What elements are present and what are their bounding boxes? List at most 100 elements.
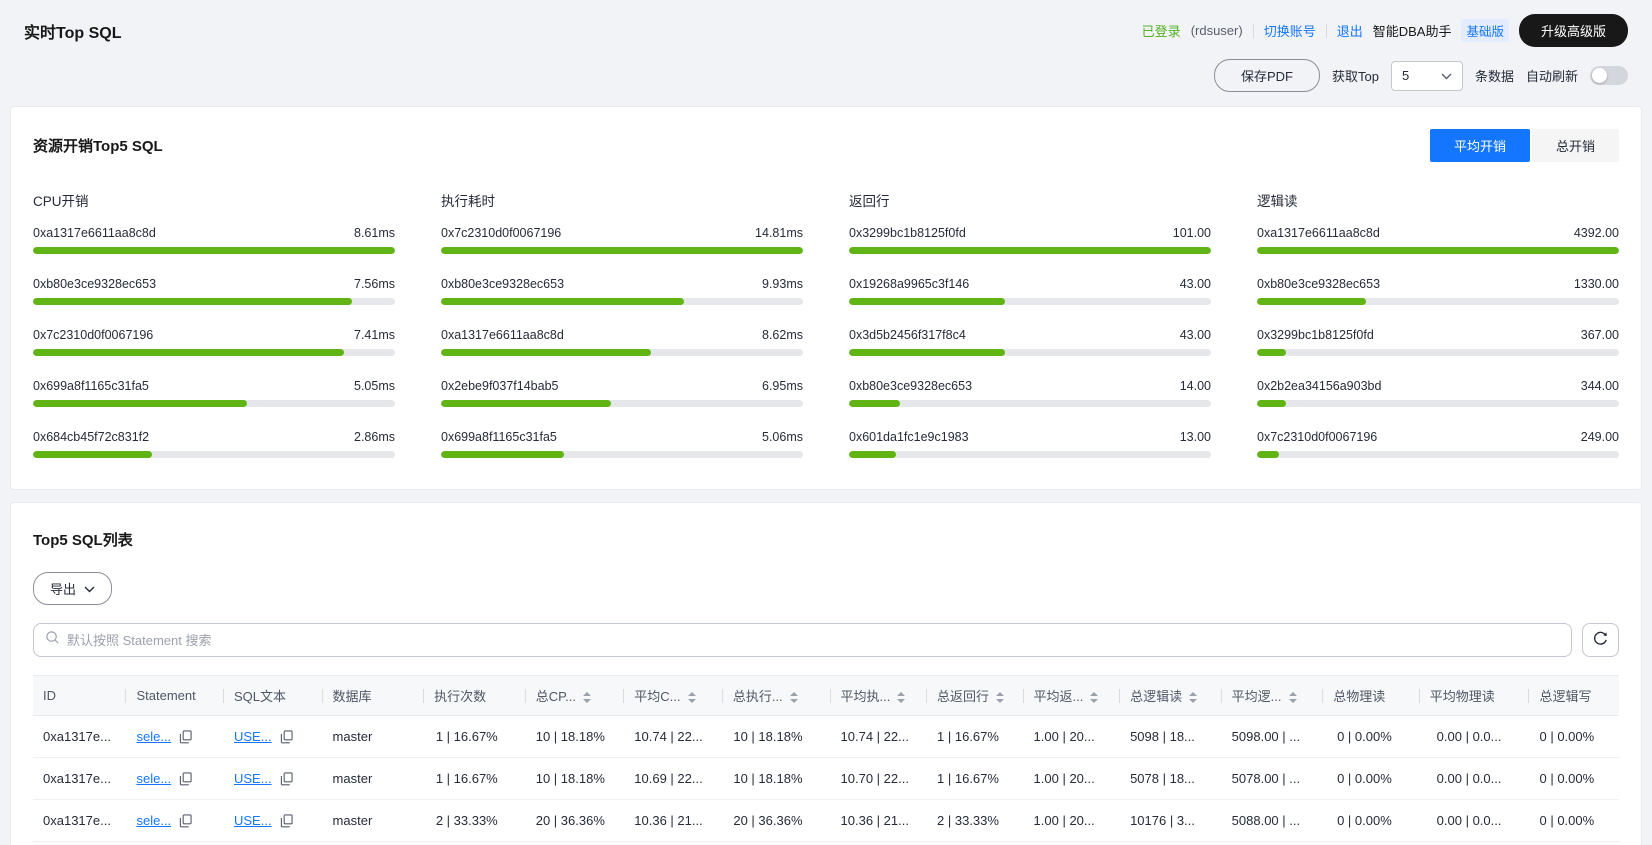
column-header: 平均物理读	[1419, 675, 1530, 716]
bar-fill	[441, 400, 612, 407]
metric-value: 13.00	[1179, 430, 1211, 444]
avg-cost-tab[interactable]: 平均开销	[1429, 129, 1530, 162]
bar-item: 0x3d5b2456f317f8c4 43.00	[849, 328, 1211, 356]
bar-item: 0x3299bc1b8125f0fd 101.00	[849, 226, 1211, 254]
copy-icon[interactable]	[280, 771, 293, 786]
column-header[interactable]: 平均执...	[830, 675, 928, 716]
copy-icon[interactable]	[280, 813, 293, 828]
cost-mode-toggle: 平均开销 总开销	[1429, 129, 1619, 162]
metric-cell: 0 | 0.00%	[1323, 841, 1420, 845]
metric-cell: 1 | 16.67%	[424, 715, 526, 758]
metric-cell: 8 | 14.55%	[722, 841, 831, 845]
total-cost-tab[interactable]: 总开销	[1531, 129, 1619, 162]
table-row: 0xa1317e... sele... USE... master 2 | 33.33%…	[33, 799, 1619, 842]
sql-text-link[interactable]: USE...	[234, 729, 272, 744]
metric-value: 7.41ms	[354, 328, 395, 342]
metric-value: 2.86ms	[354, 430, 395, 444]
metric-cell: 0.00 | 0.0...	[1419, 715, 1530, 758]
refresh-search-button[interactable]	[1582, 623, 1619, 657]
header-right: 已登录 (rdsuser) 切换账号 退出 智能DBA助手 基础版 升级高级版	[1142, 14, 1628, 47]
sql-id: 0x7c2310d0f0067196	[441, 226, 562, 240]
bar-track	[1257, 247, 1619, 254]
sort-icon[interactable]	[582, 692, 591, 704]
logout-link[interactable]: 退出	[1337, 21, 1363, 40]
edition-badge: 基础版	[1461, 19, 1509, 42]
column-header[interactable]: 总返回行	[927, 675, 1024, 716]
switch-account-link[interactable]: 切换账号	[1264, 21, 1316, 40]
bar-fill	[441, 247, 803, 254]
column-header[interactable]: 平均C...	[624, 675, 723, 716]
sort-icon[interactable]	[1090, 692, 1099, 704]
column-header[interactable]: 总CP...	[525, 675, 625, 716]
bar-track	[849, 349, 1211, 356]
column-header: SQL文本	[224, 675, 323, 716]
statement-link[interactable]: sele...	[136, 771, 171, 786]
metric-cell: 8.29 | 17...	[624, 841, 723, 845]
sort-icon[interactable]	[996, 692, 1005, 704]
sql-id: 0xa1317e6611aa8c8d	[33, 226, 156, 240]
search-box	[33, 623, 1572, 657]
column-header[interactable]: 平均返...	[1023, 675, 1121, 716]
bar-fill	[441, 451, 565, 458]
bar-fill	[849, 247, 1211, 254]
metric-cell: 2 | 33.33%	[424, 799, 526, 842]
sql-id: 0x2b2ea34156a903bd	[1257, 379, 1382, 393]
database-cell: master	[322, 715, 425, 758]
metric-cell: 5088.00 | ...	[1221, 799, 1324, 842]
sql-id: 0x2ebe9f037f14bab5	[441, 379, 559, 393]
top-count-value: 5	[1401, 68, 1410, 83]
sql-text-link[interactable]: USE...	[234, 771, 272, 786]
bar-item: 0xa1317e6611aa8c8d 8.61ms	[33, 226, 395, 254]
copy-icon[interactable]	[179, 813, 192, 828]
sql-table: ID Statement SQL文本 数据库 执行次数 总CP... 平均C... 总执行..…	[33, 675, 1619, 845]
metric-cell: 1 | 16.67%	[927, 715, 1024, 758]
bar-fill	[441, 298, 684, 305]
sql-text-link[interactable]: USE...	[234, 813, 272, 828]
page-title: 实时Top SQL	[24, 24, 122, 42]
unit-label: 条数据	[1474, 69, 1514, 84]
sort-icon[interactable]	[687, 692, 696, 704]
export-button[interactable]: 导出	[33, 572, 113, 605]
metric-cell: 8 | 14.55%	[525, 841, 625, 845]
search-row	[33, 623, 1619, 657]
column-header-label: 平均逻...	[1231, 689, 1282, 704]
bar-list: 0xa1317e6611aa8c8d 4392.00 0xb80e3ce9328…	[1257, 226, 1619, 458]
bar-fill	[1257, 451, 1279, 458]
column-header[interactable]: 总逻辑读	[1120, 675, 1222, 716]
chevron-down-icon	[1441, 68, 1452, 83]
sort-icon[interactable]	[1288, 692, 1297, 704]
column-header[interactable]: 平均逻...	[1221, 675, 1324, 716]
statement-link[interactable]: sele...	[136, 729, 171, 744]
bar-item: 0x684cb45f72c831f2 2.86ms	[33, 430, 395, 458]
metric-value: 1330.00	[1573, 277, 1619, 291]
auto-refresh-toggle[interactable]	[1590, 66, 1628, 85]
metric-cell: 10.74 | 22...	[830, 715, 928, 758]
database-cell: master	[322, 799, 425, 842]
metric-cell: 0 | 0.00%	[1529, 799, 1619, 842]
sql-id: 0x3299bc1b8125f0fd	[849, 226, 966, 240]
save-pdf-button[interactable]: 保存PDF	[1213, 59, 1320, 92]
sort-icon[interactable]	[789, 692, 798, 704]
column-header-label: Statement	[136, 688, 196, 703]
metric-cell: 10 | 18.18%	[525, 715, 625, 758]
top-count-select[interactable]: 5	[1390, 60, 1463, 91]
copy-icon[interactable]	[179, 771, 192, 786]
bar-track	[33, 400, 395, 407]
metric-value: 43.00	[1179, 277, 1211, 291]
metric-value: 7.56ms	[354, 277, 395, 291]
sql-id: 0xa1317e6611aa8c8d	[441, 328, 564, 342]
column-header: Statement	[126, 675, 224, 716]
search-input[interactable]	[67, 632, 1560, 648]
copy-icon[interactable]	[280, 729, 293, 744]
sort-icon[interactable]	[897, 692, 906, 704]
bar-item: 0x7c2310d0f0067196 7.41ms	[33, 328, 395, 356]
sql-id: 0x601da1fc1e9c1983	[849, 430, 969, 444]
sort-icon[interactable]	[1189, 692, 1198, 704]
column-header-label: 数据库	[332, 689, 372, 704]
column-header[interactable]: 总执行...	[722, 675, 831, 716]
column-header-label: 执行次数	[434, 689, 487, 704]
copy-icon[interactable]	[179, 729, 192, 744]
statement-link[interactable]: sele...	[136, 813, 171, 828]
metric-column: 执行耗时 0x7c2310d0f0067196 14.81ms 0xb80e3c…	[441, 190, 803, 481]
upgrade-button[interactable]: 升级高级版	[1518, 14, 1628, 47]
